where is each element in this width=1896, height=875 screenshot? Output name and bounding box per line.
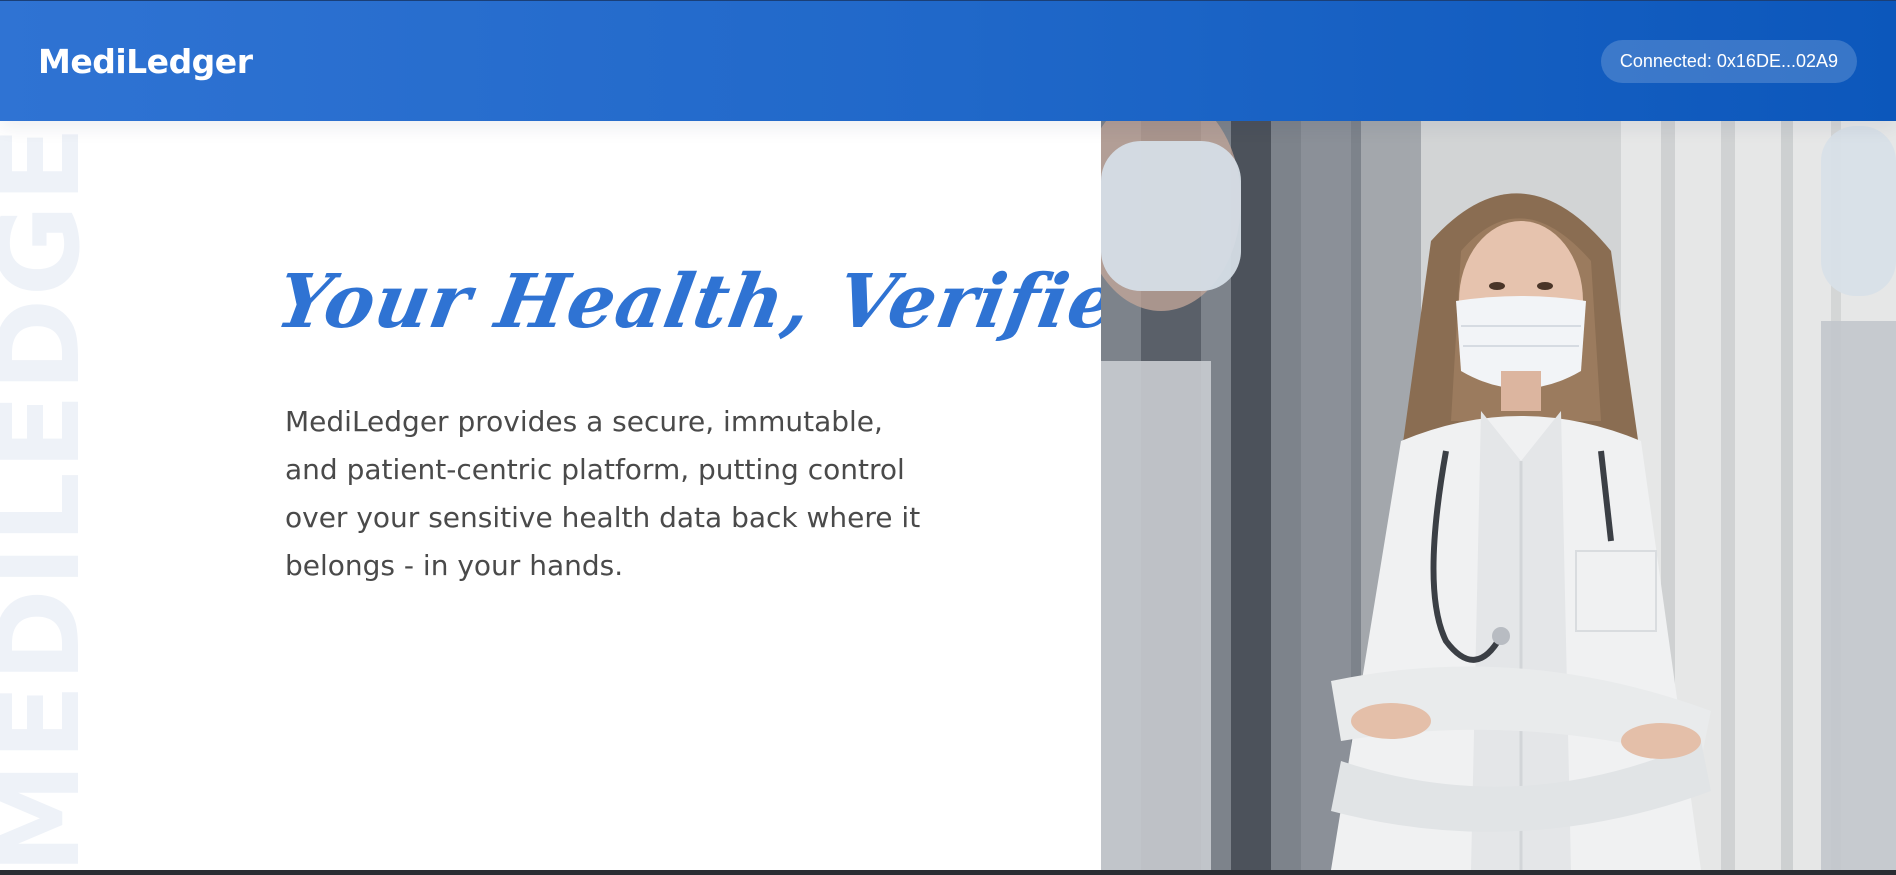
vertical-watermark: MEDILEDGER xyxy=(0,121,85,870)
brand-logo[interactable]: MediLedger xyxy=(38,42,253,81)
hero-description: MediLedger provides a secure, immutable,… xyxy=(285,405,921,582)
hero-image xyxy=(1101,121,1896,870)
bottom-edge-bar xyxy=(0,870,1896,875)
hero-title: Your Health, Verified. xyxy=(270,259,1101,345)
top-navbar: MediLedger Connected: 0x16DE...02A9 xyxy=(0,0,1896,121)
hero-text-panel: MEDILEDGER Your Health, Verified. MediLe… xyxy=(0,121,1101,870)
hero-section: MEDILEDGER Your Health, Verified. MediLe… xyxy=(0,121,1896,870)
wallet-connected-badge[interactable]: Connected: 0x16DE...02A9 xyxy=(1600,39,1857,83)
doctor-photo-illustration xyxy=(1101,121,1896,870)
watermark-text: MEDILEDGER xyxy=(0,121,85,870)
